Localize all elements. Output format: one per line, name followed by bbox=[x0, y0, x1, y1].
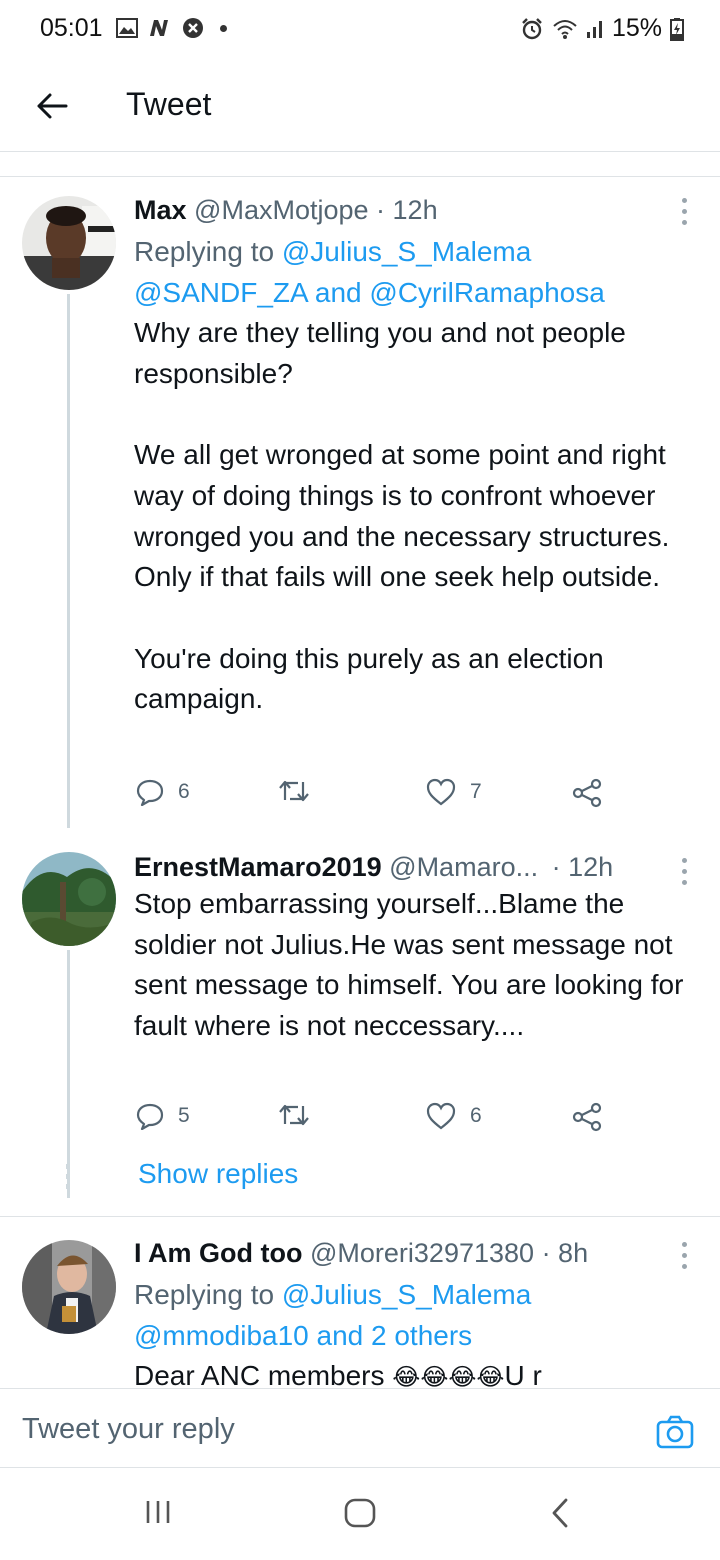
reply-composer bbox=[0, 1388, 720, 1468]
tweet-actions: 6 7 bbox=[134, 778, 614, 818]
tweet-text-start: Dear ANC members bbox=[134, 1360, 393, 1388]
avatar[interactable] bbox=[22, 1240, 116, 1334]
status-time: 05:01 bbox=[40, 14, 103, 42]
recent-apps-icon bbox=[146, 1501, 170, 1523]
back-nav-button[interactable] bbox=[550, 1498, 570, 1533]
retweet-icon bbox=[279, 780, 309, 802]
n-icon bbox=[148, 18, 172, 38]
tweet-text-end: U r bbox=[504, 1360, 542, 1388]
tweet-time: · 8h bbox=[541, 1238, 589, 1268]
dot-icon bbox=[220, 24, 227, 32]
more-options-button[interactable] bbox=[678, 858, 690, 885]
retweet-button[interactable] bbox=[278, 1102, 310, 1128]
back-button[interactable] bbox=[32, 86, 72, 126]
author-handle[interactable]: @Mamaro... bbox=[389, 852, 538, 882]
author-name[interactable]: Max bbox=[134, 195, 187, 225]
avatar[interactable] bbox=[22, 852, 116, 946]
replying-prefix: Replying to bbox=[134, 1279, 282, 1310]
author-handle[interactable]: @Moreri32971380 bbox=[310, 1238, 534, 1268]
recent-apps-button[interactable] bbox=[144, 1498, 172, 1531]
more-options-button[interactable] bbox=[678, 198, 690, 225]
tweet-max[interactable]: Max @MaxMotjope · 12h Replying to @Juliu… bbox=[0, 178, 720, 828]
tweet-meta: I Am God too @Moreri32971380 · 8h bbox=[134, 1236, 700, 1270]
replying-prefix: Replying to bbox=[134, 236, 282, 267]
battery-charging-icon bbox=[670, 17, 684, 41]
tweet-time: · 12h bbox=[551, 852, 614, 882]
heart-icon bbox=[426, 778, 456, 806]
like-count: 6 bbox=[470, 1104, 482, 1127]
more-options-button[interactable] bbox=[678, 1242, 690, 1269]
system-nav-bar bbox=[0, 1468, 720, 1560]
replying-to: Replying to @Julius_S_Malema @mmodiba10 … bbox=[134, 1274, 700, 1356]
tweet-meta: ErnestMamaro2019 @Mamaro... · 12h bbox=[134, 850, 700, 884]
chevron-left-icon bbox=[552, 1498, 568, 1528]
section-divider bbox=[0, 176, 720, 177]
reply-icon bbox=[136, 779, 164, 806]
reply-count: 6 bbox=[178, 780, 190, 803]
home-button[interactable] bbox=[344, 1498, 376, 1533]
like-button[interactable]: 7 bbox=[426, 778, 482, 806]
tweet-text: Dear ANC members 😂😂😂😂U r bbox=[134, 1356, 700, 1388]
reply-count: 5 bbox=[178, 1104, 190, 1127]
thread-line bbox=[67, 950, 70, 1198]
reply-button[interactable]: 6 bbox=[136, 778, 190, 806]
gallery-icon bbox=[116, 18, 138, 38]
home-icon bbox=[344, 1498, 376, 1528]
notification-icons bbox=[116, 17, 227, 39]
mention-link[interactable]: @mmodiba10 and 2 others bbox=[134, 1320, 472, 1351]
author-handle[interactable]: @MaxMotjope bbox=[194, 195, 368, 225]
share-button[interactable] bbox=[572, 1102, 602, 1132]
author-name[interactable]: ErnestMamaro2019 bbox=[134, 852, 382, 882]
author-name[interactable]: I Am God too bbox=[134, 1238, 302, 1268]
tweet-text: Stop embarrassing yourself...Blame the s… bbox=[134, 888, 692, 1042]
close-circle-icon bbox=[182, 17, 204, 39]
thread-dots bbox=[66, 1164, 69, 1189]
share-button[interactable] bbox=[572, 778, 602, 808]
signal-icon bbox=[586, 18, 604, 40]
thread-line bbox=[67, 294, 70, 828]
battery-percent: 15% bbox=[611, 14, 662, 42]
status-bar: 05:01 15% bbox=[0, 0, 720, 58]
mention-link[interactable]: @Julius_S_Malema bbox=[282, 1279, 531, 1310]
header-divider bbox=[0, 151, 720, 152]
avatar[interactable] bbox=[22, 196, 116, 290]
mention-link[interactable]: @Julius_S_Malema bbox=[282, 236, 531, 267]
replying-to: Replying to @Julius_S_Malema @SANDF_ZA a… bbox=[134, 231, 700, 313]
tweet-actions: 5 6 bbox=[134, 1102, 614, 1142]
wifi-icon bbox=[552, 18, 578, 40]
camera-button[interactable] bbox=[656, 1415, 694, 1454]
heart-icon bbox=[426, 1102, 456, 1130]
app-header: Tweet bbox=[0, 70, 720, 150]
laughing-emoji: 😂😂😂😂 bbox=[392, 1364, 505, 1388]
reply-button[interactable]: 5 bbox=[136, 1102, 190, 1130]
tweet-ernestmamaro[interactable]: ErnestMamaro2019 @Mamaro... · 12h Stop e… bbox=[0, 838, 720, 1198]
share-icon bbox=[572, 778, 602, 808]
back-arrow-icon bbox=[37, 93, 68, 119]
page-title: Tweet bbox=[126, 86, 212, 122]
retweet-icon bbox=[279, 1104, 309, 1126]
like-button[interactable]: 6 bbox=[426, 1102, 482, 1130]
reply-icon bbox=[136, 1103, 164, 1130]
share-icon bbox=[572, 1102, 602, 1132]
like-count: 7 bbox=[470, 780, 482, 803]
alarm-icon bbox=[520, 17, 544, 41]
tweet-divider bbox=[0, 1216, 720, 1217]
camera-icon bbox=[656, 1415, 694, 1449]
system-icons: 15% bbox=[520, 14, 684, 43]
reply-input[interactable] bbox=[22, 1413, 582, 1446]
tweet-text: Why are they telling you and not people … bbox=[134, 317, 670, 715]
tweet-time: · 12h bbox=[376, 195, 438, 225]
tweet-meta: Max @MaxMotjope · 12h bbox=[134, 193, 700, 227]
retweet-button[interactable] bbox=[278, 778, 310, 804]
tweet-iamgodtoo[interactable]: I Am God too @Moreri32971380 · 8h Replyi… bbox=[0, 1222, 720, 1388]
mention-link[interactable]: @SANDF_ZA and @CyrilRamaphosa bbox=[134, 277, 605, 308]
show-replies-link[interactable]: Show replies bbox=[138, 1158, 298, 1190]
